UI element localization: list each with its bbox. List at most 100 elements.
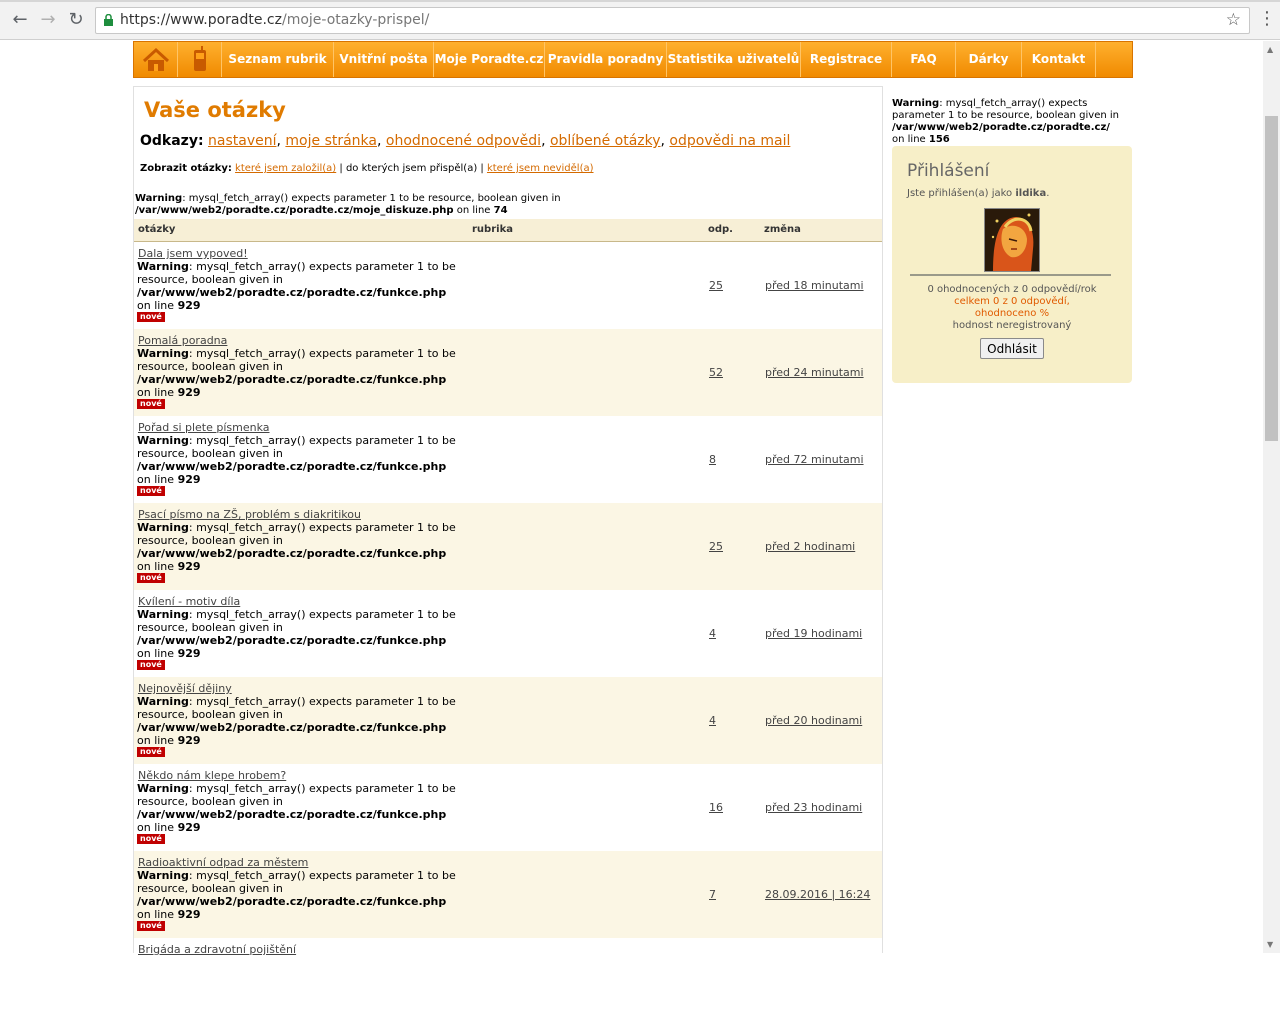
login-separator — [910, 274, 1111, 276]
last-change-link[interactable]: před 19 hodinami — [765, 627, 862, 640]
table-row: Psací písmo na ZŠ, problém s diakritikou… — [134, 503, 882, 590]
login-panel: Přihlášení Jste přihlášen(a) jako ildika… — [892, 146, 1132, 383]
row-php-warning: Warning: mysql_fetch_array() expects par… — [137, 608, 456, 660]
nav-statistika-uzivatelu[interactable]: Statistika uživatelů — [667, 42, 801, 77]
nav-moje-poradte[interactable]: Moje Poradte.cz — [434, 42, 545, 77]
questions-table-header: otázky rubrika odp. změna — [134, 219, 882, 242]
logout-button[interactable]: Odhlásit — [980, 338, 1044, 359]
new-badge: nové — [137, 399, 165, 409]
link-oblibene-otazky[interactable]: oblíbené otázky — [550, 133, 661, 149]
new-badge: nové — [137, 921, 165, 931]
nav-pravidla-poradny[interactable]: Pravidla poradny — [545, 42, 667, 77]
new-badge: nové — [137, 834, 165, 844]
nav-seznam-rubrik[interactable]: Seznam rubrik — [222, 42, 334, 77]
link-moje-stranka[interactable]: moje stránka — [285, 133, 377, 149]
mobile-phone-icon[interactable] — [178, 42, 222, 77]
nav-faq[interactable]: FAQ — [892, 42, 956, 77]
question-link[interactable]: Kvílení - motiv díla — [138, 595, 240, 608]
tab-strip — [0, 0, 1280, 2]
avatar[interactable] — [984, 208, 1040, 272]
main-navigation: Seznam rubrik Vnitřní pošta Moje Poradte… — [133, 41, 1133, 78]
sidebar-php-warning: Warning: mysql_fetch_array() expects par… — [892, 98, 1120, 145]
links-label: Odkazy: — [140, 133, 204, 149]
table-row: Dala jsem vypoved! Warning: mysql_fetch_a… — [134, 242, 882, 329]
link-nastaveni[interactable]: nastavení — [208, 133, 276, 149]
home-icon[interactable] — [134, 42, 178, 77]
bookmark-star-icon[interactable]: ☆ — [1226, 10, 1241, 30]
page-title: Vaše otázky — [144, 98, 286, 122]
last-change-link[interactable]: před 23 hodinami — [765, 801, 862, 814]
forward-arrow-icon[interactable]: → — [36, 8, 60, 32]
php-warning: Warning: mysql_fetch_array() expects par… — [135, 193, 561, 216]
col-zmena: změna — [764, 224, 801, 235]
page-scrollbar[interactable]: ▲ ▼ — [1263, 41, 1280, 953]
rating-stat: 0 ohodnocených z 0 odpovědí/rok — [927, 284, 1097, 295]
table-row: Brigáda a zdravotní pojištění — [134, 938, 882, 1025]
main-content: Vaše otázky Odkazy: nastavení, moje strá… — [133, 86, 883, 956]
logged-in-as: Jste přihlášen(a) jako ildika. — [907, 188, 1050, 199]
new-badge: nové — [137, 486, 165, 496]
answer-count-link[interactable]: 52 — [709, 366, 723, 379]
question-link[interactable]: Nejnovější dějiny — [138, 682, 232, 695]
username: ildika — [1015, 188, 1047, 199]
filter-label: Zobrazit otázky: — [140, 163, 232, 174]
back-arrow-icon[interactable]: ← — [8, 8, 32, 32]
last-change-link[interactable]: před 20 hodinami — [765, 714, 862, 727]
table-row: Pořad si plete písmenka Warning: mysql_fe… — [134, 416, 882, 503]
scroll-up-icon[interactable]: ▲ — [1267, 45, 1273, 54]
link-odpovedi-na-mail[interactable]: odpovědi na mail — [669, 133, 790, 149]
answer-count-link[interactable]: 25 — [709, 279, 723, 292]
col-otazky: otázky — [138, 224, 176, 235]
address-bar[interactable]: https://www.poradte.cz/moje-otazky-prisp… — [95, 7, 1250, 34]
question-filter: Zobrazit otázky: které jsem založil(a) |… — [140, 163, 594, 174]
answer-count-link[interactable]: 25 — [709, 540, 723, 553]
col-rubrika: rubrika — [472, 224, 513, 235]
nav-darky[interactable]: Dárky — [956, 42, 1022, 77]
nav-registrace[interactable]: Registrace — [801, 42, 892, 77]
filter-created-link[interactable]: které jsem založil(a) — [235, 163, 336, 174]
row-php-warning: Warning: mysql_fetch_array() expects par… — [137, 347, 456, 399]
new-badge: nové — [137, 747, 165, 757]
rated-percent: ohodnoceno % — [974, 308, 1050, 319]
filter-unseen-link[interactable]: které jsem neviděl(a) — [487, 163, 594, 174]
question-link[interactable]: Radioaktivní odpad za městem — [138, 856, 308, 869]
new-badge: nové — [137, 660, 165, 670]
table-row: Radioaktivní odpad za městem Warning: mys… — [134, 851, 882, 938]
last-change-link[interactable]: před 72 minutami — [765, 453, 864, 466]
last-change-link[interactable]: před 24 minutami — [765, 366, 864, 379]
question-link[interactable]: Dala jsem vypoved! — [138, 247, 248, 260]
answer-count-link[interactable]: 16 — [709, 801, 723, 814]
nav-vnitrni-posta[interactable]: Vnitřní pošta — [334, 42, 434, 77]
row-php-warning: Warning: mysql_fetch_array() expects par… — [137, 695, 456, 747]
browser-menu-icon[interactable]: ⋮ — [1258, 9, 1276, 31]
answer-count-link[interactable]: 4 — [709, 627, 716, 640]
reload-icon[interactable]: ↻ — [64, 8, 88, 32]
row-php-warning: Warning: mysql_fetch_array() expects par… — [137, 521, 456, 573]
address-url: https://www.poradte.cz/moje-otazky-prisp… — [120, 12, 430, 28]
last-change-link[interactable]: 28.09.2016 | 16:24 — [765, 888, 870, 901]
link-ohodnocene-odpovedi[interactable]: ohodnocené odpovědi — [386, 133, 541, 149]
lock-icon — [104, 14, 113, 26]
table-row: Nejnovější dějiny Warning: mysql_fetch_ar… — [134, 677, 882, 764]
last-change-link[interactable]: před 2 hodinami — [765, 540, 855, 553]
table-row: Kvílení - motiv díla Warning: mysql_fetch… — [134, 590, 882, 677]
scroll-down-icon[interactable]: ▼ — [1267, 940, 1273, 949]
row-php-warning: Warning: mysql_fetch_array() expects par… — [137, 782, 456, 834]
filter-current: do kterých jsem přispěl(a) — [345, 163, 478, 174]
question-link[interactable]: Brigáda a zdravotní pojištění — [138, 943, 296, 956]
nav-kontakt[interactable]: Kontakt — [1022, 42, 1096, 77]
answer-count-link[interactable]: 4 — [709, 714, 716, 727]
last-change-link[interactable]: před 18 minutami — [765, 279, 864, 292]
question-link[interactable]: Psací písmo na ZŠ, problém s diakritikou — [138, 508, 361, 521]
scrollbar-thumb[interactable] — [1265, 116, 1278, 441]
new-badge: nové — [137, 312, 165, 322]
row-php-warning: Warning: mysql_fetch_array() expects par… — [137, 869, 456, 921]
row-php-warning: Warning: mysql_fetch_array() expects par… — [137, 434, 456, 486]
question-link[interactable]: Někdo nám klepe hrobem? — [138, 769, 286, 782]
user-rank: hodnost neregistrovaný — [952, 320, 1072, 331]
answer-count-link[interactable]: 7 — [709, 888, 716, 901]
question-link[interactable]: Pomalá poradna — [138, 334, 227, 347]
table-row: Pomalá poradna Warning: mysql_fetch_array… — [134, 329, 882, 416]
answer-count-link[interactable]: 8 — [709, 453, 716, 466]
question-link[interactable]: Pořad si plete písmenka — [138, 421, 270, 434]
